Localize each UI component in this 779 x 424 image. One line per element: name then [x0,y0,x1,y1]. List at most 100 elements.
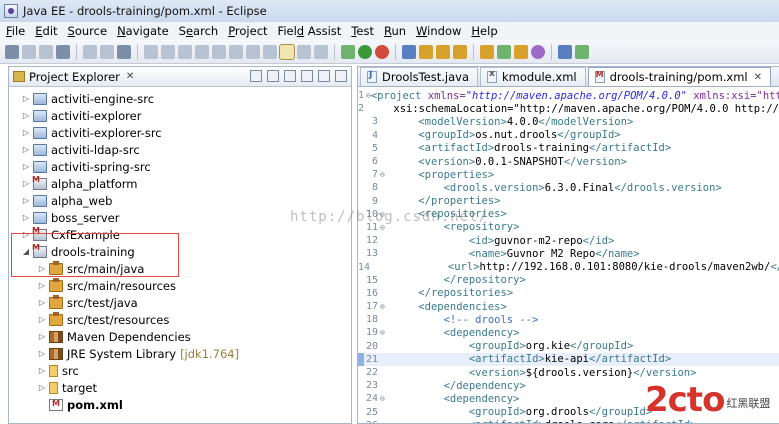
tree-item[interactable]: ▷ activiti-spring-src [9,158,351,175]
disconnect-icon[interactable] [195,44,209,59]
expand-arrow-icon[interactable]: ▷ [21,179,31,188]
resume-icon[interactable] [144,44,158,59]
expand-arrow-icon[interactable]: ▷ [21,94,31,103]
expand-arrow-icon[interactable]: ▷ [37,332,47,341]
new-java-project-icon[interactable] [419,44,433,59]
pen-icon[interactable] [514,44,528,59]
expand-arrow-icon[interactable]: ▷ [21,128,31,137]
expand-arrow-icon[interactable]: ▷ [37,349,47,358]
expand-arrow-icon[interactable]: ▷ [37,281,47,290]
format-icon[interactable] [83,44,97,59]
open-task-icon[interactable] [497,44,511,59]
fold-toggle-icon[interactable]: ⊖ [380,302,389,311]
tree-item[interactable]: ▷ Maven Dependencies [9,328,351,345]
tree-item[interactable]: ▷ src/test/java [9,294,351,311]
new-icon[interactable] [5,44,19,59]
terminate-icon[interactable] [178,44,192,59]
expanded-arrow-icon[interactable]: ◢ [21,247,31,256]
filter-icon[interactable] [284,70,296,82]
menu-item-search[interactable]: Search [179,24,219,38]
tree-item[interactable]: ▷ activiti-ldap-src [9,141,351,158]
step-into-icon[interactable] [212,44,226,59]
tree-item[interactable]: ▷ activiti-explorer-src [9,124,351,141]
menu-item-navigate[interactable]: Navigate [117,24,169,38]
tree-item[interactable]: ▷ boss_server [9,209,351,226]
globe-icon[interactable] [558,44,572,59]
menu-item-field-assist[interactable]: Field Assist [278,24,342,38]
collapse-all-icon[interactable] [250,70,262,82]
expand-arrow-icon[interactable]: ▷ [21,162,31,171]
menu-item-source[interactable]: Source [68,24,108,38]
tree-item[interactable]: ▷ CxfExample [9,226,351,243]
fold-toggle-icon[interactable]: ⊖ [380,328,389,337]
menu-item-file[interactable]: File [6,24,25,38]
fold-toggle-icon[interactable]: ⊖ [380,223,389,232]
web-browser-icon[interactable] [531,44,545,59]
editor-tab[interactable]: drools-training/pom.xml ✕ [587,67,772,86]
perspective-icon[interactable] [575,44,589,59]
expand-arrow-icon[interactable]: ▷ [21,111,31,120]
new-package-icon[interactable] [436,44,450,59]
expand-arrow-icon[interactable]: ▷ [37,264,47,273]
tree-item[interactable]: ▷ target [9,379,351,396]
close-icon[interactable]: ✕ [754,72,762,83]
tree-item[interactable]: ◢ drools-training [9,243,351,260]
minimize-icon[interactable] [318,70,330,82]
print-icon[interactable] [56,44,70,59]
tree-item[interactable]: ▷ JRE System Library [jdk1.764] [9,345,351,362]
step-return-icon[interactable] [246,44,260,59]
project-icon [33,109,47,122]
save-icon[interactable] [22,44,36,59]
expand-arrow-icon[interactable]: ▷ [37,298,47,307]
editor-tab[interactable]: DroolsTest.java [360,67,478,86]
view-menu-icon[interactable] [301,70,313,82]
fold-toggle-icon[interactable]: ⊖ [380,210,389,219]
console-icon[interactable] [100,44,114,59]
menu-item-run[interactable]: Run [384,24,406,38]
suspend-icon[interactable] [161,44,175,59]
menu-item-window[interactable]: Window [416,24,461,38]
external-tools-icon[interactable] [375,44,389,59]
fold-toggle-icon[interactable]: ⊖ [380,170,389,179]
expand-arrow-icon[interactable]: ▷ [21,213,31,222]
tree-item[interactable]: ▷ src/main/java [9,260,351,277]
menu-item-test[interactable]: Test [351,24,374,38]
tree-item[interactable]: pom.xml [9,396,351,413]
expand-arrow-icon[interactable]: ▷ [21,230,31,239]
fold-toggle-icon[interactable]: ⊖ [380,394,389,403]
tab-project-explorer[interactable]: Project Explorer ✕ [13,70,134,84]
tree-item[interactable]: ▷ alpha_web [9,192,351,209]
new-class-icon[interactable] [453,44,467,59]
server-icon[interactable] [297,44,311,59]
tree-item[interactable]: ▷ src [9,362,351,379]
code-editor[interactable]: 1 ⊖ <project xmlns="http://maven.apache.or… [358,87,779,423]
publish-icon[interactable] [314,44,328,59]
tree-item[interactable]: ▷ activiti-engine-src [9,90,351,107]
tree-item[interactable]: ▷ alpha_platform [9,175,351,192]
use-step-filters-icon[interactable] [279,43,295,60]
expand-arrow-icon[interactable]: ▷ [21,196,31,205]
debug-icon[interactable] [341,44,355,59]
close-icon[interactable]: ✕ [126,71,134,82]
tree-item-label: target [62,380,97,395]
menu-item-help[interactable]: Help [471,24,497,38]
maximize-icon[interactable] [335,70,347,82]
step-over-icon[interactable] [229,44,243,59]
expand-arrow-icon[interactable]: ▷ [21,145,31,154]
expand-arrow-icon[interactable]: ▷ [37,315,47,324]
menu-item-edit[interactable]: Edit [35,24,57,38]
skip-breakpoints-icon[interactable] [117,44,131,59]
save-all-icon[interactable] [39,44,53,59]
tree-item[interactable]: ▷ src/main/resources [9,277,351,294]
menu-item-project[interactable]: Project [228,24,267,38]
drop-to-frame-icon[interactable] [263,44,277,59]
open-folder-icon[interactable] [480,44,494,59]
expand-arrow-icon[interactable]: ▷ [37,366,47,375]
tree-item[interactable]: ▷ activiti-explorer [9,107,351,124]
editor-tab[interactable]: kmodule.xml [480,67,586,86]
run-icon[interactable] [358,44,372,59]
open-type-icon[interactable] [402,44,416,59]
tree-item[interactable]: ▷ src/test/resources [9,311,351,328]
expand-arrow-icon[interactable]: ▷ [37,383,47,392]
link-with-editor-icon[interactable] [267,70,279,82]
